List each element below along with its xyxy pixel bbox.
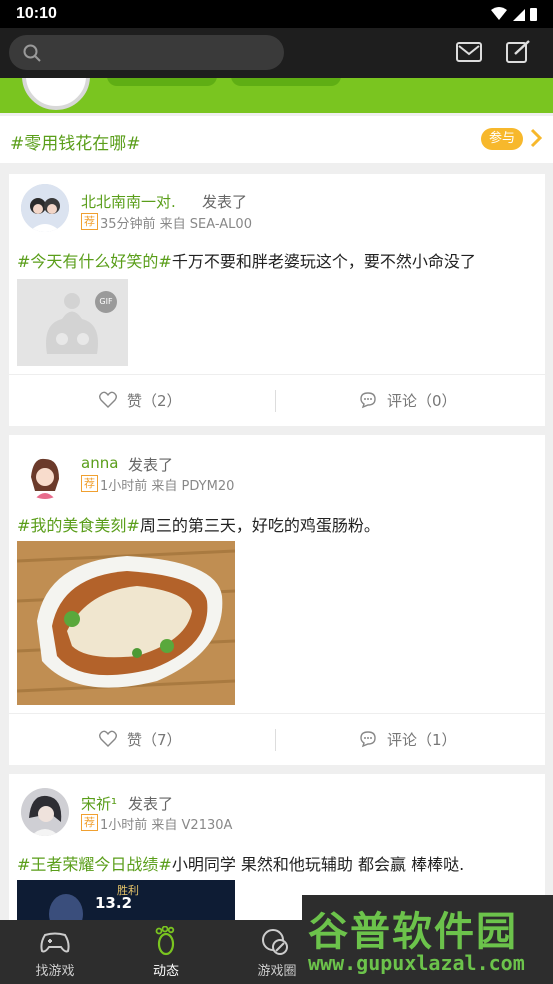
edit-icon[interactable] [505, 40, 531, 64]
food-photo [17, 541, 235, 705]
post-text: #王者荣耀今日战绩#小明同学 果然和他玩辅助 都会赢 棒棒哒. [17, 851, 464, 875]
comment-label: 评论（1） [387, 731, 457, 749]
heart-icon [99, 391, 117, 408]
post-topic-tag[interactable]: #我的美食美刻# [17, 516, 140, 535]
post-body: 千万不要和胖老婆玩这个，要不然小命没了 [171, 252, 476, 271]
post-meta: 35分钟前 来自 SEA-AL00 [100, 217, 252, 232]
nav-item-find-games[interactable]: 找游戏 [0, 920, 110, 984]
like-label: 赞（7） [127, 731, 182, 749]
divider [9, 374, 545, 375]
post-image[interactable]: GIF [17, 279, 128, 366]
image-hero [49, 894, 83, 920]
top-bar [0, 28, 553, 78]
like-label: 赞（2） [127, 392, 182, 410]
avatar[interactable] [21, 451, 69, 499]
avatar-image [21, 184, 69, 232]
username[interactable]: 北北南南一对. [81, 191, 176, 212]
watermark-logo: 谷普软件园 [308, 909, 518, 955]
watermark-url: www.gupuxlazal.com [308, 951, 525, 975]
nav-item-feed[interactable]: 动态 [111, 920, 221, 984]
post-image[interactable] [17, 541, 235, 705]
nav-label: 动态 [152, 964, 179, 979]
comment-icon [360, 731, 376, 748]
post-text: #我的美食美刻#周三的第三天，好吃的鸡蛋肠粉。 [17, 512, 380, 536]
comment-button[interactable]: 评论（0） [359, 390, 469, 414]
username[interactable]: 宋祈¹ [81, 793, 117, 814]
status-icons [491, 7, 537, 21]
post-topic-tag[interactable]: #王者荣耀今日战绩# [17, 855, 172, 874]
post-image[interactable]: 胜利 13.2 [17, 880, 235, 920]
posted-label: 发表了 [202, 193, 248, 211]
circle-icon [262, 929, 288, 955]
comment-button[interactable]: 评论（1） [359, 729, 469, 753]
join-button[interactable]: 参与 [481, 128, 523, 150]
post-text: #今天有什么好笑的#千万不要和胖老婆玩这个，要不然小命没了 [17, 248, 476, 272]
post-body: 小明同学 果然和他玩辅助 都会赢 棒棒哒. [171, 855, 465, 874]
username[interactable]: anna [81, 454, 118, 472]
post-meta: 1小时前 来自 PDYM20 [100, 479, 235, 494]
header-pill-left [107, 78, 217, 86]
topic-title: #零用钱花在哪# [10, 134, 141, 154]
status-time: 10:10 [16, 5, 57, 22]
watermark: 谷普软件园 www.gupuxlazal.com [302, 895, 553, 984]
post-topic-tag[interactable]: #今天有什么好笑的# [17, 252, 172, 271]
nav-label: 找游戏 [35, 964, 75, 979]
image-score-text: 13.2 [95, 894, 133, 912]
action-divider [275, 390, 276, 412]
comment-label: 评论（0） [387, 392, 457, 410]
header-avatar [22, 78, 90, 110]
heart-icon [99, 730, 117, 747]
post-meta: 1小时前 来自 V2130A [100, 818, 233, 833]
post-card: 北北南南一对. 发表了 荐 35分钟前 来自 SEA-AL00 #今天有什么好笑… [9, 174, 545, 426]
avatar-image [21, 451, 69, 499]
post-body: 周三的第三天，好吃的鸡蛋肠粉。 [139, 516, 380, 535]
profile-header [0, 78, 553, 113]
avatar-image [21, 788, 69, 836]
recommend-badge: 荐 [81, 213, 98, 230]
divider [9, 713, 545, 714]
chevron-right-icon[interactable] [529, 127, 543, 149]
posted-label: 发表了 [128, 456, 174, 474]
avatar[interactable] [21, 788, 69, 836]
gamepad-icon [40, 932, 70, 953]
comment-icon [360, 392, 376, 409]
recommend-badge: 荐 [81, 814, 98, 831]
post-card: anna 发表了 荐 1小时前 来自 PDYM20 #我的美食美刻#周三的第三天… [9, 435, 545, 765]
posted-label: 发表了 [128, 795, 174, 813]
gif-badge: GIF [95, 291, 117, 313]
action-divider [275, 729, 276, 751]
topic-bar[interactable]: #零用钱花在哪# [0, 116, 553, 163]
header-pill-right [231, 78, 341, 86]
like-button[interactable]: 赞（2） [99, 390, 189, 414]
recommend-badge: 荐 [81, 475, 98, 492]
search-icon [23, 44, 41, 62]
footprint-icon [155, 926, 175, 956]
search-input[interactable] [9, 35, 284, 70]
status-bar: 10:10 [0, 0, 553, 28]
like-button[interactable]: 赞（7） [99, 729, 189, 753]
mail-icon[interactable] [455, 40, 483, 64]
avatar[interactable] [21, 184, 69, 232]
